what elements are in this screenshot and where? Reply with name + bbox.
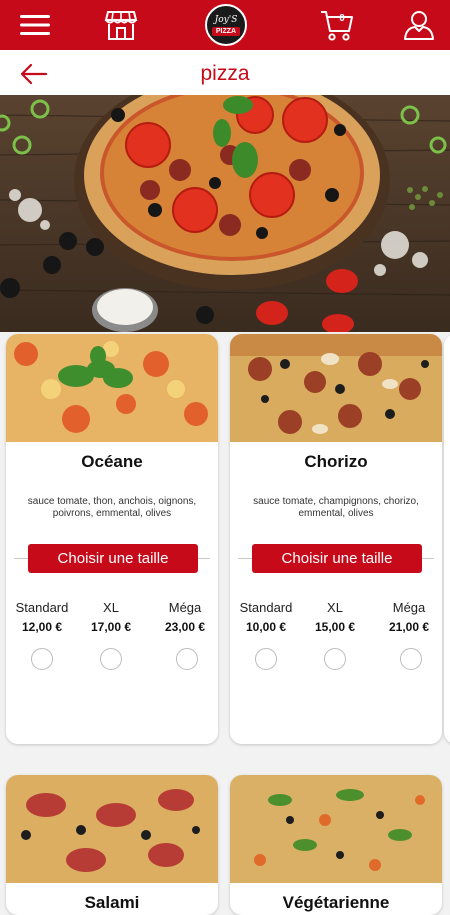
pizza-banner-illustration <box>0 95 450 332</box>
product-description: sauce tomate, thon, anchois, oignons, po… <box>27 496 197 519</box>
size-label: XL <box>327 600 343 615</box>
choose-size-button[interactable]: Choisir une taille <box>28 544 198 573</box>
product-description: sauce tomate, champignons, chorizo, emme… <box>253 496 419 519</box>
size-option-standard: Standard 12,00 € <box>7 600 77 634</box>
size-price: 12,00 € <box>21 620 63 634</box>
product-photo <box>6 775 218 883</box>
product-photo <box>230 334 442 442</box>
size-price: 21,00 € <box>388 620 430 634</box>
choose-size-button[interactable]: Choisir une taille <box>252 544 422 573</box>
size-price: 23,00 € <box>164 620 206 634</box>
size-radio-xl[interactable] <box>324 648 346 670</box>
product-card-oceane[interactable]: Océane sauce tomate, thon, anchois, oign… <box>6 334 218 744</box>
product-photo <box>230 775 442 883</box>
size-price: 10,00 € <box>245 620 287 634</box>
size-label: XL <box>103 600 119 615</box>
page-title: pizza <box>200 62 250 85</box>
cart-count-badge: 0 <box>339 13 345 24</box>
product-name: Chorizo <box>304 452 368 471</box>
size-radio-standard[interactable] <box>255 648 277 670</box>
product-card-salami[interactable]: Salami <box>6 775 218 915</box>
size-option-xl: XL 15,00 € <box>300 600 370 634</box>
page-header: pizza <box>0 50 450 98</box>
user-icon[interactable] <box>402 8 436 42</box>
logo-script-text: Joy'S <box>214 15 238 25</box>
size-radio-standard[interactable] <box>31 648 53 670</box>
size-radio-mega[interactable] <box>400 648 422 670</box>
hamburger-menu-icon[interactable] <box>18 8 52 42</box>
storefront-icon[interactable] <box>104 8 138 42</box>
product-card-partial[interactable] <box>444 334 450 744</box>
product-card-chorizo[interactable]: Chorizo sauce tomate, champignons, chori… <box>230 334 442 744</box>
product-name: Salami <box>84 893 140 912</box>
size-price: 17,00 € <box>90 620 132 634</box>
size-label: Méga <box>392 600 426 615</box>
size-option-mega: Méga 23,00 € <box>150 600 218 634</box>
size-label: Standard <box>239 600 293 615</box>
size-radio-mega[interactable] <box>176 648 198 670</box>
product-photo <box>6 334 218 442</box>
size-label: Standard <box>15 600 69 615</box>
brand-logo[interactable]: Joy'S PIZZA <box>205 4 247 46</box>
product-card-vegetarienne[interactable]: Végétarienne <box>230 775 442 915</box>
hero-pizza-image <box>0 95 450 332</box>
size-price: 15,00 € <box>314 620 356 634</box>
size-radio-xl[interactable] <box>100 648 122 670</box>
size-option-xl: XL 17,00 € <box>76 600 146 634</box>
product-name: Océane <box>81 452 143 471</box>
top-app-bar: Joy'S PIZZA 0 <box>0 0 450 50</box>
size-option-mega: Méga 21,00 € <box>374 600 442 634</box>
size-option-standard: Standard 10,00 € <box>231 600 301 634</box>
size-label: Méga <box>168 600 202 615</box>
logo-pizza-text: PIZZA <box>212 27 240 36</box>
product-name: Végétarienne <box>282 893 390 912</box>
